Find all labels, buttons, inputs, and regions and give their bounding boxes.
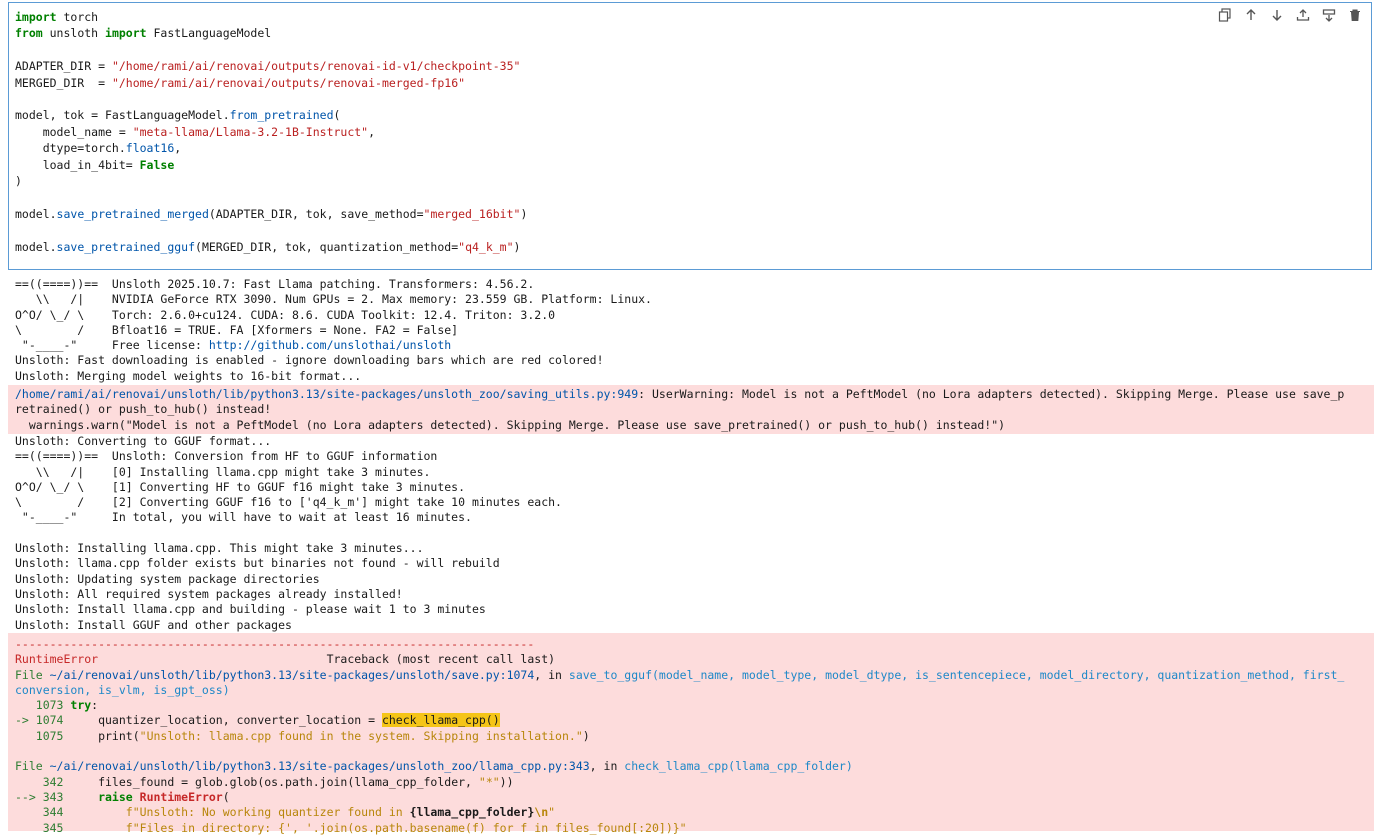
trash-icon[interactable]	[1347, 7, 1363, 23]
arrow-down-icon[interactable]	[1269, 7, 1285, 23]
output-warning: /home/rami/ai/renovai/unsloth/lib/python…	[8, 385, 1374, 435]
code-line: model_name = "meta-llama/Llama-3.2-1B-In…	[15, 124, 376, 139]
code-line: )	[15, 174, 22, 189]
code-editor[interactable]: import torch from unsloth import FastLan…	[15, 9, 527, 255]
output-stdout-2: Unsloth: Converting to GGUF format... ==…	[8, 434, 1374, 633]
code-line: model, tok = FastLanguageModel.from_pret…	[15, 108, 341, 123]
code-line: model.save_pretrained_merged(ADAPTER_DIR…	[15, 206, 528, 221]
highlighted-call: check_llama_cpp()	[381, 713, 500, 728]
traceback-file-link[interactable]: ~/ai/renovai/unsloth/lib/python3.13/site…	[50, 668, 535, 682]
cell-toolbar	[1217, 7, 1363, 23]
code-line: MERGED_DIR = "/home/rami/ai/renovai/outp…	[15, 75, 466, 90]
code-line: dtype=torch.float16,	[15, 141, 182, 156]
license-link[interactable]: http://github.com/unslothai/unsloth	[209, 338, 451, 352]
warning-path[interactable]: /home/rami/ai/renovai/unsloth/lib/python…	[15, 387, 638, 401]
traceback-file-link-2[interactable]: ~/ai/renovai/unsloth/lib/python3.13/site…	[50, 759, 590, 773]
insert-above-icon[interactable]	[1295, 7, 1311, 23]
output-stdout: ==((====))== Unsloth 2025.10.7: Fast Lla…	[8, 277, 1374, 385]
insert-below-icon[interactable]	[1321, 7, 1337, 23]
code-line: model.save_pretrained_gguf(MERGED_DIR, t…	[15, 239, 521, 254]
code-line: load_in_4bit= False	[15, 157, 175, 172]
arrow-up-icon[interactable]	[1243, 7, 1259, 23]
code-cell[interactable]: import torch from unsloth import FastLan…	[8, 2, 1372, 270]
code-line: ADAPTER_DIR = "/home/rami/ai/renovai/out…	[15, 59, 521, 74]
copy-icon[interactable]	[1217, 7, 1233, 23]
code-line: import torch	[15, 10, 99, 24]
output-traceback: ----------------------------------------…	[8, 633, 1374, 835]
error-name: RuntimeError	[15, 652, 99, 667]
code-line: from unsloth import FastLanguageModel	[15, 26, 272, 41]
